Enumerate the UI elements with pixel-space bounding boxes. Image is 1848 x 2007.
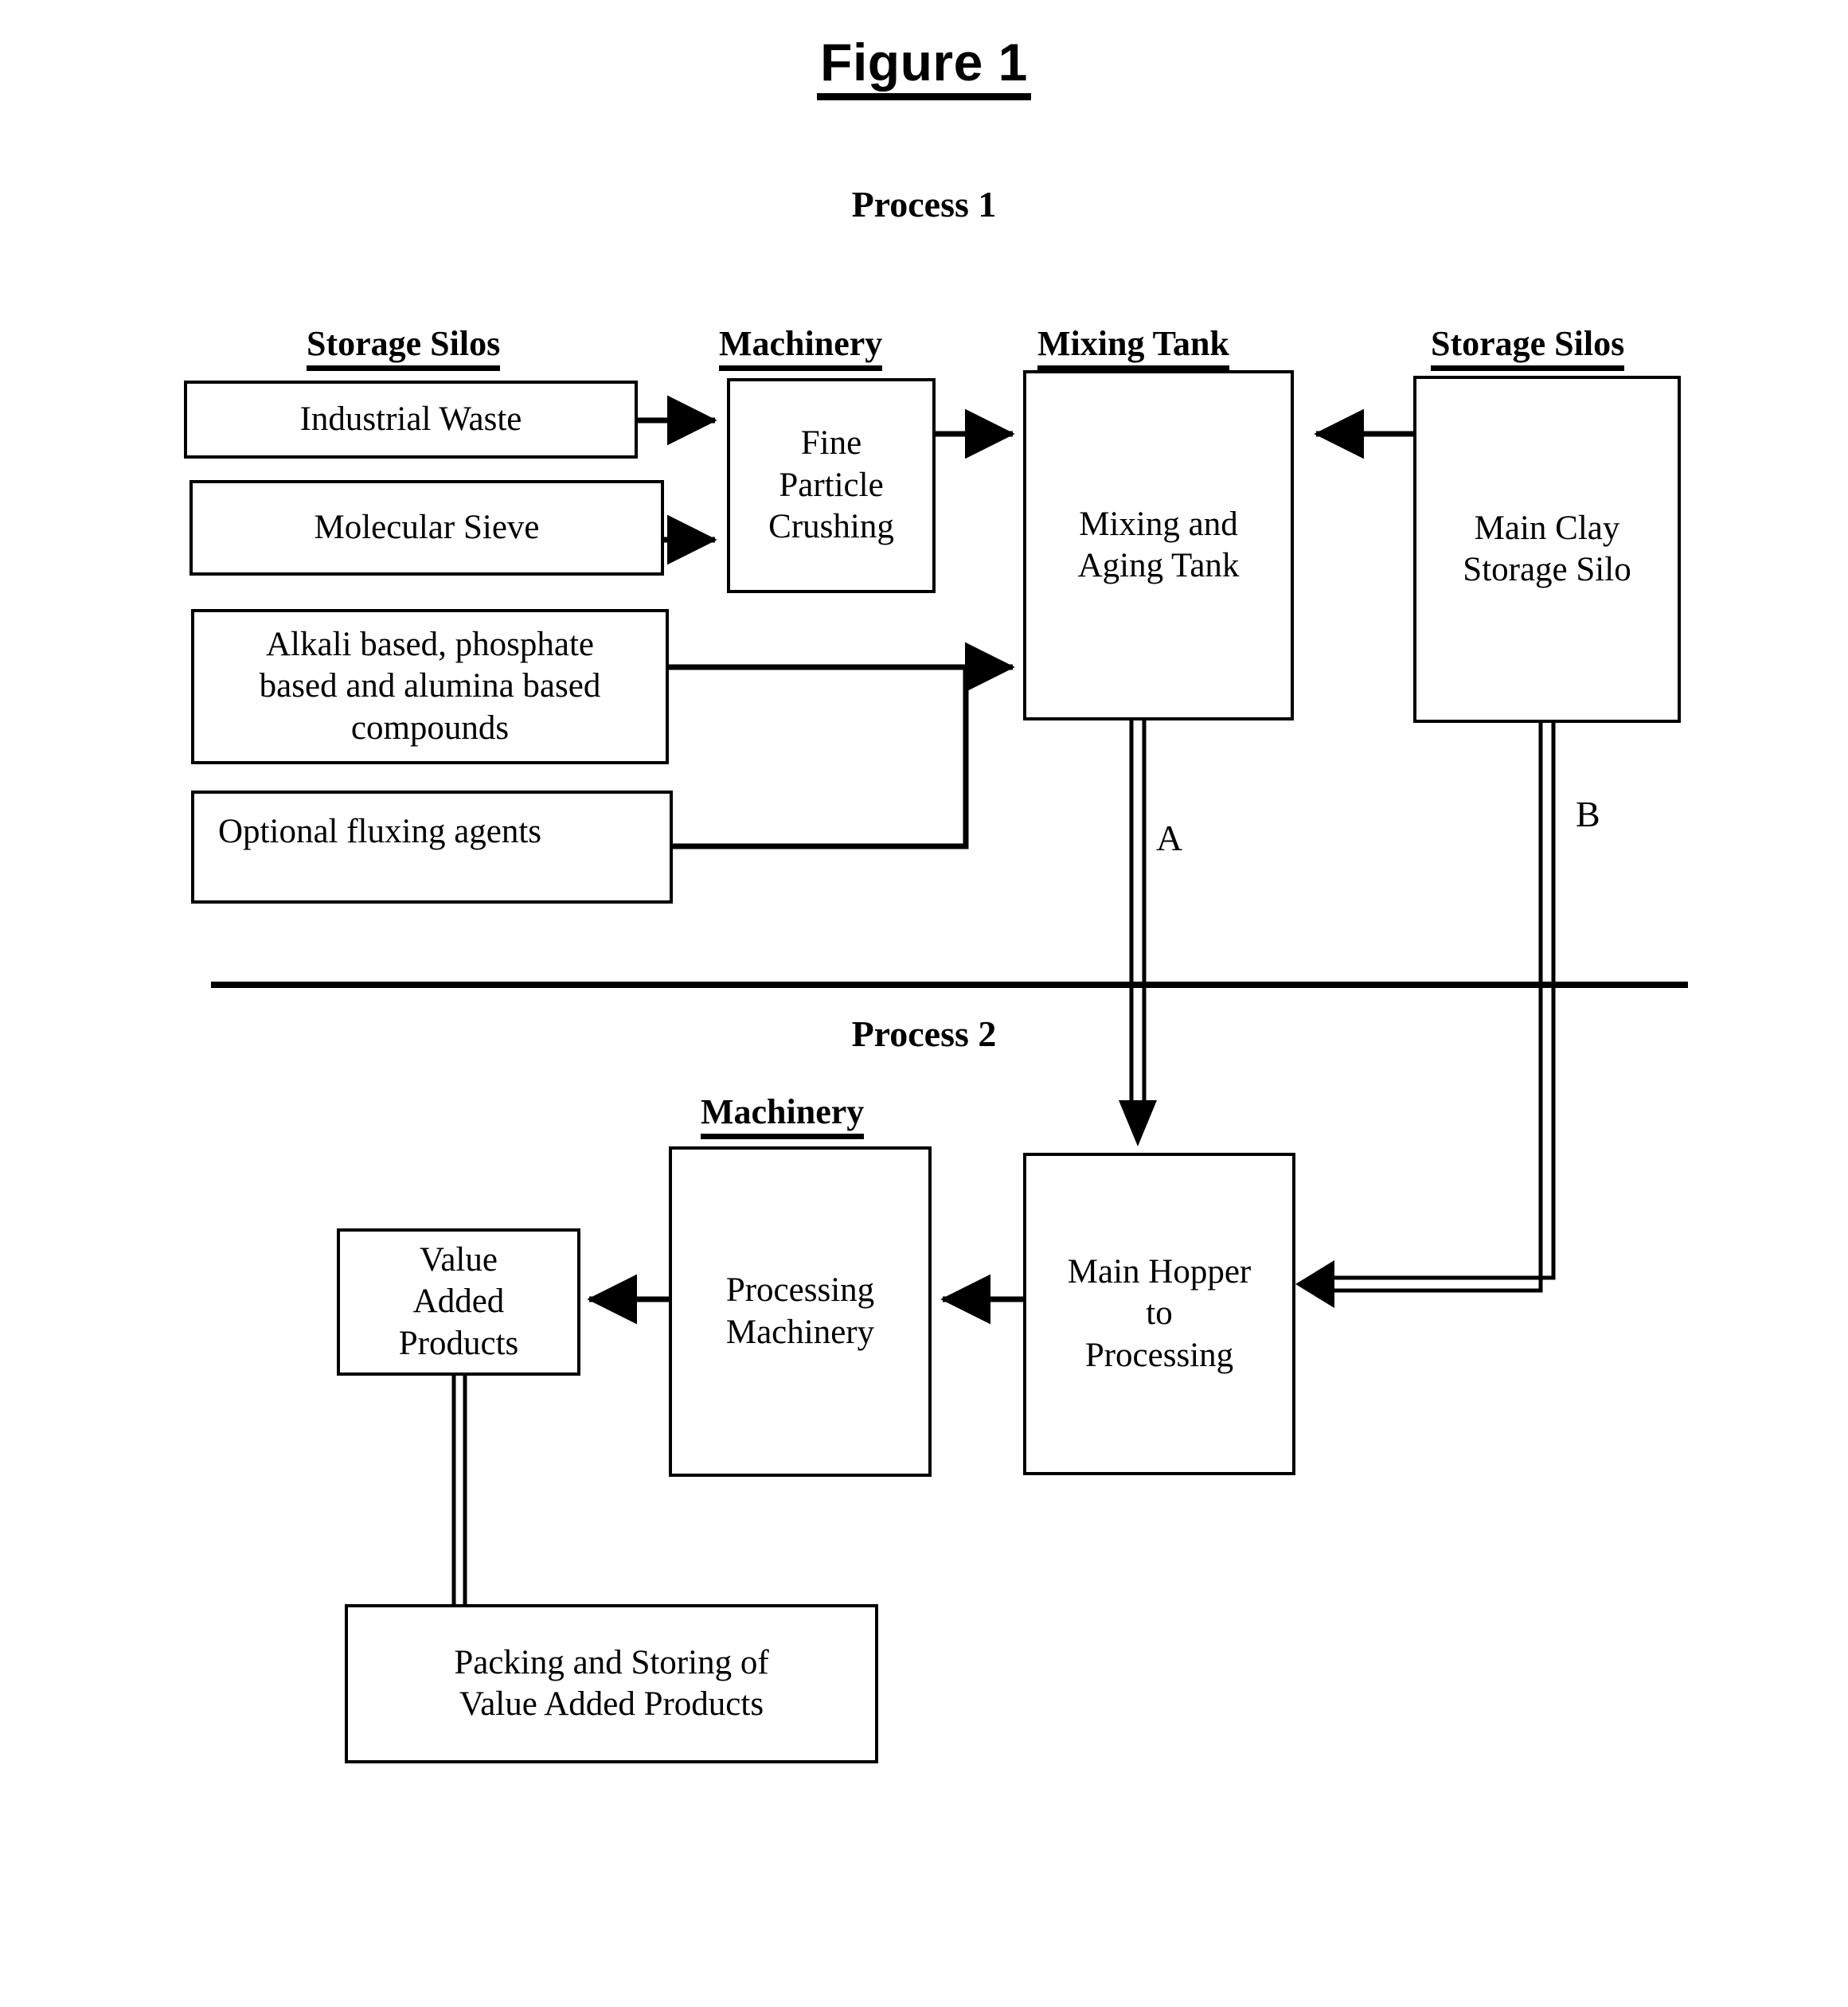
node-value-added-products[interactable]: Value Added Products [337,1228,580,1376]
node-industrial-waste[interactable]: Industrial Waste [184,381,638,459]
node-processing-machinery[interactable]: Processing Machinery [669,1146,932,1477]
node-label: Processing Machinery [725,1271,875,1351]
node-packing-and-storing[interactable]: Packing and Storing of Value Added Produ… [345,1604,878,1763]
node-main-hopper-to-processing[interactable]: Main Hopper to Processing [1023,1153,1295,1475]
connector-layer [211,395,1688,1604]
node-label: Main Hopper to Processing [1067,1252,1252,1374]
node-label: Molecular Sieve [314,508,540,546]
node-main-clay-storage-silo[interactable]: Main Clay Storage Silo [1413,376,1681,723]
node-label: Mixing and Aging Tank [1077,505,1240,584]
node-label: Optional fluxing agents [218,813,542,850]
edge-optional-flux-to-mixing-tank [673,667,969,849]
connector-label-a: A [1156,818,1183,858]
figure-canvas: Figure 1 Process 1 Process 2 Storage Sil… [0,0,1848,2007]
node-label: Packing and Storing of Value Added Produ… [454,1643,769,1723]
node-mixing-and-aging-tank[interactable]: Mixing and Aging Tank [1023,370,1294,720]
node-label: Value Added Products [398,1240,519,1362]
node-label: Fine Particle Crushing [768,424,894,546]
edge-a-arrowhead [1119,1100,1157,1146]
edge-b-arrowhead [1295,1260,1334,1308]
node-fine-particle-crushing[interactable]: Fine Particle Crushing [727,378,936,593]
connector-label-b: B [1576,794,1600,834]
node-label: Alkali based, phosphate based and alumin… [259,625,601,747]
node-label: Main Clay Storage Silo [1463,509,1631,588]
node-molecular-sieve[interactable]: Molecular Sieve [189,480,664,576]
edge-b-rail-outer [1334,723,1556,1280]
node-label: Industrial Waste [299,400,522,438]
node-optional-fluxing-agents[interactable]: Optional fluxing agents [191,791,673,904]
edge-b-rail-inner [1334,723,1543,1293]
node-compounds[interactable]: Alkali based, phosphate based and alumin… [191,609,669,764]
